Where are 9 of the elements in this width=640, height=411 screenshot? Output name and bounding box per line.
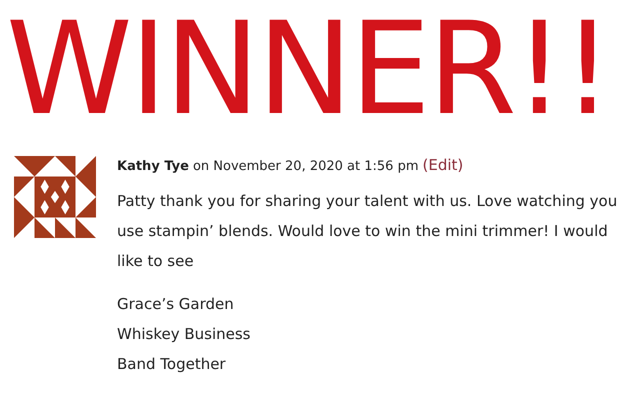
list-line: Band Together — [117, 354, 227, 375]
edit-link[interactable]: (Edit) — [422, 156, 464, 174]
comment-date: on November 20, 2020 at 1:56 pm — [192, 159, 418, 174]
list-line: Grace’s Garden — [117, 294, 235, 315]
comment-text: Patty thank you for sharing your talent with us. Love watching you use stampin’ blends. Would love to win the mini trimmer! I would like to see — [117, 191, 618, 272]
comment-author: Kathy Tye — [117, 159, 189, 174]
list-line: Whiskey Business — [117, 324, 252, 345]
winner-heading: WINNER!! — [5, 0, 612, 140]
avatar-icon — [14, 156, 96, 238]
